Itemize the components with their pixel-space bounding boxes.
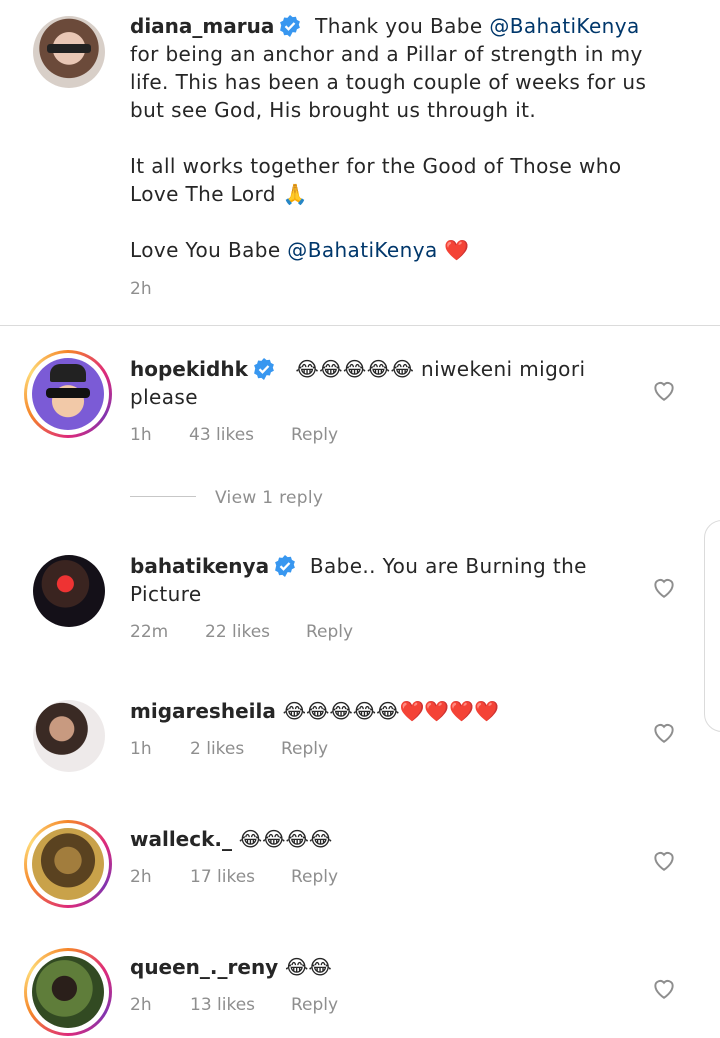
avatar-bahatikenya[interactable]	[33, 555, 105, 627]
heart-outline-icon[interactable]	[651, 377, 677, 403]
comment-username[interactable]: bahatikenya	[130, 554, 269, 578]
post-time: 2h	[130, 279, 152, 299]
comment-text: migaresheila 😂😂😂😂😂❤️❤️❤️❤️	[130, 697, 650, 725]
post-username[interactable]: diana_marua	[130, 14, 274, 38]
avatar-diana-marua[interactable]	[33, 16, 105, 88]
comment-likes[interactable]: 43 likes	[189, 425, 254, 445]
replies-line	[130, 496, 196, 497]
reply-button[interactable]: Reply	[281, 739, 328, 759]
avatar-migaresheila[interactable]	[33, 700, 105, 772]
mention-link[interactable]: @BahatiKenya	[489, 14, 639, 38]
comment-likes[interactable]: 13 likes	[190, 995, 255, 1015]
heart-outline-icon[interactable]	[651, 719, 677, 745]
comment-username[interactable]: queen_._reny	[130, 955, 278, 979]
verified-badge-icon	[275, 555, 295, 577]
story-ring[interactable]	[24, 350, 112, 438]
story-ring[interactable]	[24, 948, 112, 1036]
comment-text: hopekidhk 😂😂😂😂😂 niwekeni migori please	[130, 355, 650, 411]
heart-outline-icon[interactable]	[651, 847, 677, 873]
caption-text-2: for being an anchor and a Pillar of stre…	[130, 42, 647, 262]
scroll-handle[interactable]	[704, 520, 720, 732]
avatar-hopekidhk[interactable]	[32, 358, 104, 430]
comment-text: walleck._ 😂😂😂😂	[130, 825, 650, 853]
reply-button[interactable]: Reply	[291, 867, 338, 887]
avatar-queen-reny[interactable]	[32, 956, 104, 1028]
caption-text-1: Thank you Babe	[315, 14, 490, 38]
comment-time: 1h	[130, 739, 152, 759]
story-ring[interactable]	[24, 820, 112, 908]
comment-body: 😂😂	[285, 955, 332, 979]
comment-body: 😂😂😂😂😂❤️❤️❤️❤️	[282, 699, 500, 723]
heart-outline-icon[interactable]	[651, 574, 677, 600]
comment-username[interactable]: walleck._	[130, 827, 232, 851]
comment-time: 2h	[130, 995, 152, 1015]
reply-button[interactable]: Reply	[306, 622, 353, 642]
comment-text: queen_._reny 😂😂	[130, 953, 650, 981]
comment-username[interactable]: hopekidhk	[130, 357, 248, 381]
caption-text-3: ❤️	[437, 238, 470, 262]
heart-outline-icon[interactable]	[651, 975, 677, 1001]
mention-link[interactable]: @BahatiKenya	[287, 238, 437, 262]
comment-time: 2h	[130, 867, 152, 887]
avatar-walleck[interactable]	[32, 828, 104, 900]
comment-likes[interactable]: 22 likes	[205, 622, 270, 642]
comment-time: 22m	[130, 622, 169, 642]
view-replies-button[interactable]: View 1 reply	[215, 488, 323, 508]
post-caption: diana_marua Thank you Babe @BahatiKenya …	[130, 12, 650, 264]
comment-username[interactable]: migaresheila	[130, 699, 276, 723]
comment-likes[interactable]: 17 likes	[190, 867, 255, 887]
comment-text: bahatikenya Babe.. You are Burning the P…	[130, 552, 650, 608]
comment-likes[interactable]: 2 likes	[190, 739, 244, 759]
verified-badge-icon	[280, 15, 301, 37]
reply-button[interactable]: Reply	[291, 995, 338, 1015]
comment-body: 😂😂😂😂	[238, 827, 333, 851]
divider	[0, 325, 720, 326]
verified-badge-icon	[253, 358, 274, 380]
reply-button[interactable]: Reply	[291, 425, 338, 445]
comment-time: 1h	[130, 425, 152, 445]
